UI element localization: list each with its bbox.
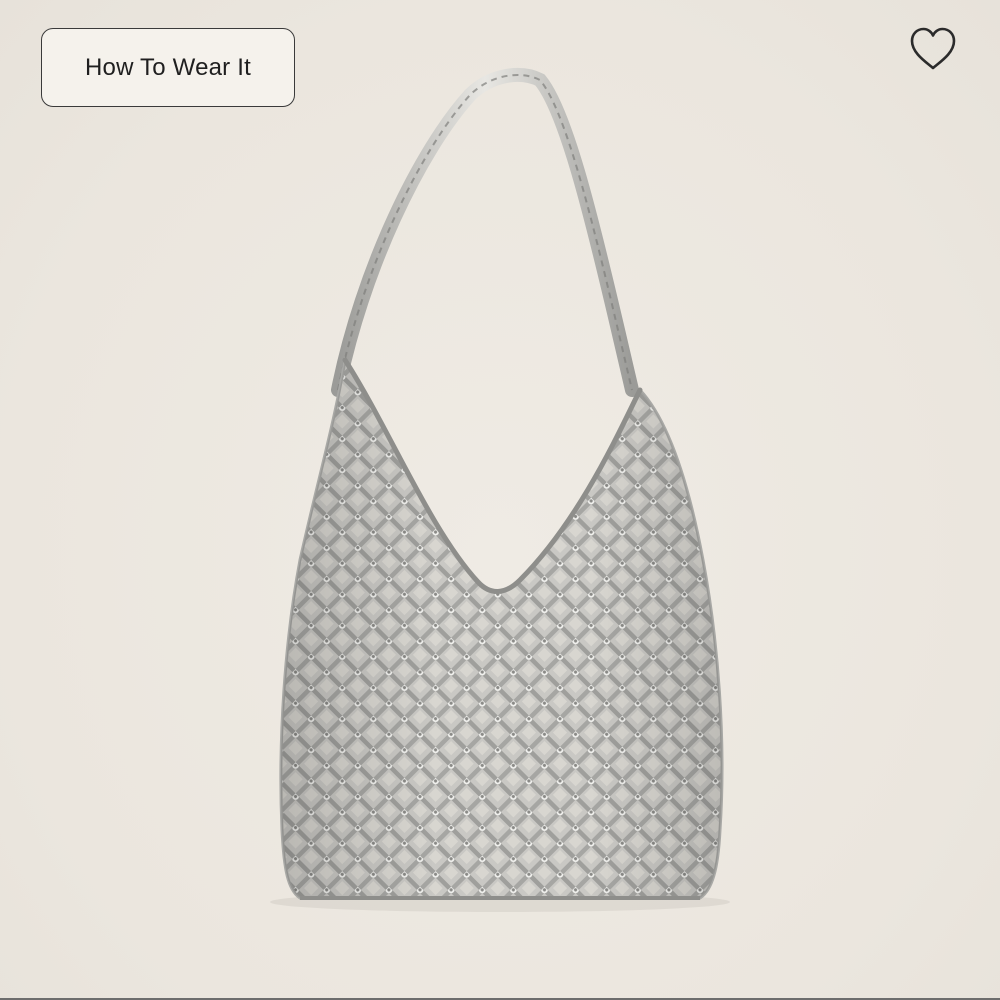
- how-to-wear-button[interactable]: How To Wear It: [41, 28, 295, 107]
- heart-outline-icon: [910, 27, 956, 70]
- how-to-wear-label: How To Wear It: [85, 53, 251, 81]
- favorite-button[interactable]: [906, 24, 960, 74]
- product-image: [270, 68, 730, 912]
- product-image-area: [0, 0, 1000, 998]
